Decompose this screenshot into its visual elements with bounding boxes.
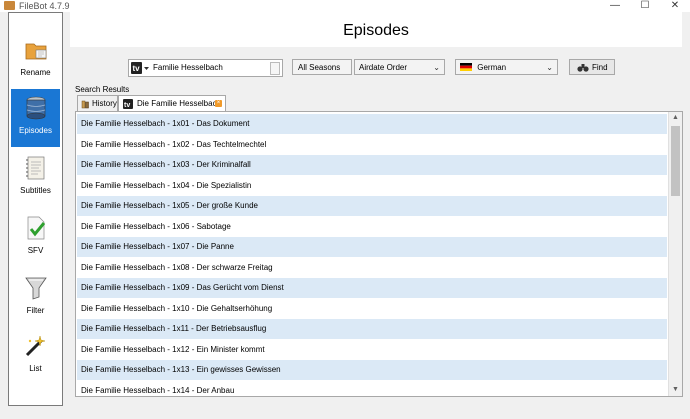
list-icon <box>25 335 46 357</box>
germany-flag-icon <box>460 63 472 71</box>
sidebar-item-label: SFV <box>27 246 44 255</box>
list-item[interactable]: Die Familie Hesselbach - 1x09 - Das Gerü… <box>77 278 667 298</box>
scroll-up-arrow-icon[interactable]: ▲ <box>669 112 682 124</box>
page-title: Episodes <box>70 12 682 47</box>
search-clear-handle[interactable] <box>270 62 280 75</box>
season-select[interactable]: All Seasons <box>292 59 352 75</box>
list-item[interactable]: Die Familie Hesselbach - 1x10 - Die Geha… <box>77 299 667 319</box>
list-item[interactable]: Die Familie Hesselbach - 1x03 - Der Krim… <box>77 155 667 175</box>
scroll-down-arrow-icon[interactable]: ▼ <box>669 384 682 396</box>
sidebar-item-rename[interactable]: Rename <box>11 31 60 89</box>
tv-icon: tv <box>123 99 133 109</box>
tab-label: Die Familie Hesselbach <box>137 99 222 108</box>
close-tab-icon[interactable]: × <box>215 100 222 107</box>
list-item[interactable]: Die Familie Hesselbach - 1x11 - Der Betr… <box>77 319 667 339</box>
season-select-value: All Seasons <box>298 63 341 72</box>
list-item[interactable]: Die Familie Hesselbach - 1x02 - Das Tech… <box>77 135 667 155</box>
episodes-icon <box>26 96 46 120</box>
order-select[interactable]: Airdate Order ⌄ <box>354 59 445 75</box>
sidebar-item-subtitles[interactable]: Subtitles <box>11 149 60 207</box>
tab-die-familie-hesselbach[interactable]: tv Die Familie Hesselbach × <box>118 95 226 112</box>
binoculars-icon <box>577 64 589 72</box>
tv-icon[interactable]: tv <box>130 61 150 75</box>
maximize-button[interactable]: ☐ <box>630 0 660 12</box>
svg-text:tv: tv <box>133 64 141 73</box>
sidebar-item-filter[interactable]: Filter <box>11 269 60 327</box>
window-title: FileBot 4.7.9 <box>19 1 70 11</box>
subtitles-icon <box>26 156 45 180</box>
filebot-app-icon <box>4 1 15 10</box>
search-value: Familie Hesselbach <box>153 63 223 72</box>
list-item[interactable]: Die Familie Hesselbach - 1x01 - Das Doku… <box>77 114 667 134</box>
close-button[interactable]: ✕ <box>660 0 690 12</box>
search-results-label: Search Results <box>75 85 130 94</box>
minimize-button[interactable]: — <box>600 0 630 12</box>
sidebar-item-label: Episodes <box>19 126 52 135</box>
sidebar-item-sfv[interactable]: SFV <box>11 209 60 267</box>
svg-text:tv: tv <box>124 102 130 109</box>
chevron-down-icon: ⌄ <box>546 63 553 72</box>
list-item[interactable]: Die Familie Hesselbach - 1x13 - Ein gewi… <box>77 360 667 380</box>
sidebar-item-label: Filter <box>26 306 45 315</box>
language-select-value: German <box>477 63 507 72</box>
language-select[interactable]: German ⌄ <box>455 59 558 75</box>
order-select-value: Airdate Order <box>359 63 408 72</box>
title-bar: FileBot 4.7.9 — ☐ ✕ <box>0 0 690 12</box>
sidebar-item-list[interactable]: List <box>11 327 60 385</box>
find-button[interactable]: Find <box>569 59 615 75</box>
filter-icon <box>25 277 47 300</box>
search-input[interactable]: tv Familie Hesselbach <box>128 59 283 77</box>
rename-icon <box>25 43 47 60</box>
sidebar: Rename Episodes Subtitles SFV Filter Lis… <box>8 12 63 406</box>
chevron-down-icon: ⌄ <box>433 63 440 72</box>
episode-list: Die Familie Hesselbach - 1x01 - Das Doku… <box>75 111 683 397</box>
list-item[interactable]: Die Familie Hesselbach - 1x12 - Ein Mini… <box>77 340 667 360</box>
vertical-scrollbar[interactable]: ▲ ▼ <box>668 112 682 396</box>
sfv-icon <box>27 216 46 240</box>
tab-history[interactable]: History <box>77 95 118 111</box>
sidebar-item-label: Subtitles <box>20 186 51 195</box>
tab-label: History <box>92 99 117 108</box>
list-item[interactable]: Die Familie Hesselbach - 1x04 - Die Spez… <box>77 176 667 196</box>
sidebar-item-label: List <box>29 364 42 373</box>
list-item[interactable]: Die Familie Hesselbach - 1x07 - Die Pann… <box>77 237 667 257</box>
sidebar-item-episodes[interactable]: Episodes <box>11 89 60 147</box>
sidebar-item-label: Rename <box>20 68 51 77</box>
list-item[interactable]: Die Familie Hesselbach - 1x14 - Der Anba… <box>77 381 667 397</box>
list-item[interactable]: Die Familie Hesselbach - 1x08 - Der schw… <box>77 258 667 278</box>
list-item[interactable]: Die Familie Hesselbach - 1x05 - Der groß… <box>77 196 667 216</box>
find-button-label: Find <box>592 63 608 72</box>
list-item[interactable]: Die Familie Hesselbach - 1x06 - Sabotage <box>77 217 667 237</box>
history-icon <box>81 100 89 109</box>
scrollbar-thumb[interactable] <box>671 126 680 196</box>
